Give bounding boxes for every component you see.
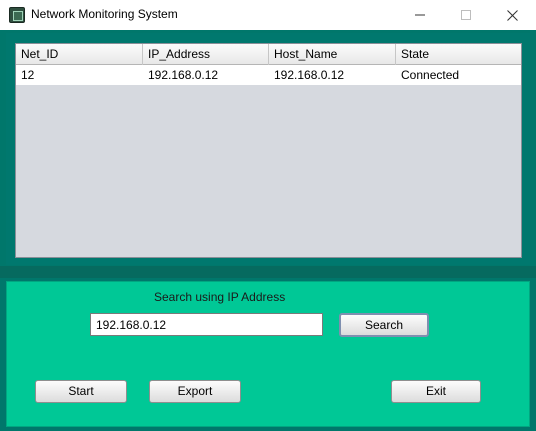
minimize-icon [415,14,425,16]
window-title: Network Monitoring System [31,7,178,21]
table-row[interactable]: 12 192.168.0.12 192.168.0.12 Connected [16,65,521,85]
close-button[interactable] [489,0,535,30]
maximize-button[interactable] [443,0,489,30]
start-button[interactable]: Start [35,380,127,403]
column-header-ip-address[interactable]: IP_Address [143,44,269,65]
column-header-net-id[interactable]: Net_ID [16,44,143,65]
cell-state: Connected [401,68,460,82]
title-bar: Network Monitoring System [0,0,536,30]
cell-host-name: 192.168.0.12 [274,68,345,82]
network-table[interactable]: Net_ID IP_Address Host_Name State 12 192… [15,43,522,258]
search-label: Search using IP Address [154,290,286,304]
search-button[interactable]: Search [339,313,429,337]
cell-ip-address: 192.168.0.12 [148,68,219,82]
maximize-icon [461,10,471,20]
cell-net-id: 12 [21,68,35,82]
exit-button[interactable]: Exit [391,380,481,403]
minimize-button[interactable] [397,0,443,30]
column-header-state[interactable]: State [396,44,521,65]
export-button[interactable]: Export [149,380,241,403]
close-icon [506,9,518,21]
column-header-host-name[interactable]: Host_Name [269,44,396,65]
table-header: Net_ID IP_Address Host_Name State [16,44,521,65]
app-icon [9,7,25,23]
ip-search-input[interactable] [90,313,323,336]
panel-divider [0,266,536,278]
